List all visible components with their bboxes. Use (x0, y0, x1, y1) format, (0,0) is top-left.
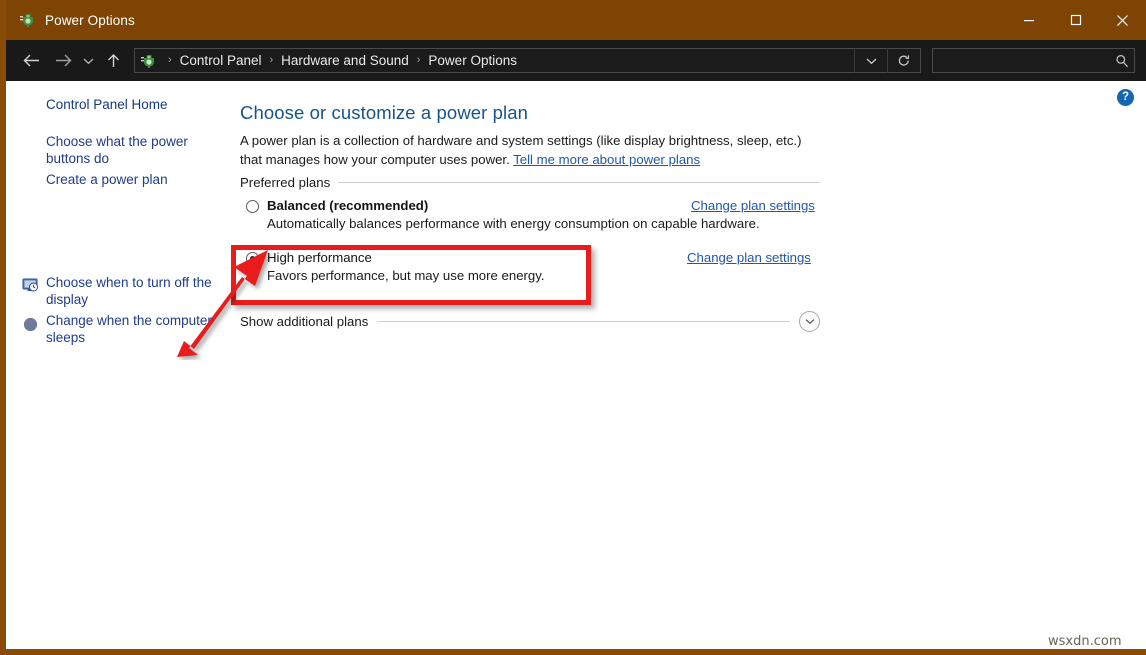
refresh-icon[interactable] (887, 48, 920, 73)
preferred-plans-label: Preferred plans (240, 175, 330, 190)
up-button[interactable] (98, 40, 128, 81)
sidebar-item-choose-what-power-buttons-do[interactable]: Choose what the power buttons do (46, 133, 216, 167)
power-plan-balanced[interactable]: Balanced (recommended) Automatically bal… (246, 198, 846, 231)
plan-description-high-performance: Favors performance, but may use more ene… (267, 268, 846, 283)
power-plug-icon (20, 12, 36, 28)
back-button[interactable] (14, 40, 48, 81)
radio-balanced[interactable] (246, 200, 259, 213)
power-plan-high-performance[interactable]: High performance Favors performance, but… (246, 250, 846, 283)
recent-locations-button[interactable] (78, 40, 98, 81)
tell-me-more-link[interactable]: Tell me more about power plans (513, 152, 700, 167)
show-additional-plans-row[interactable]: Show additional plans (240, 311, 820, 332)
section-divider (338, 182, 820, 183)
source-site-watermark: wsxdn.com (1048, 634, 1122, 649)
appuals-mascot-icon (930, 646, 982, 655)
breadcrumb-separator: › (269, 55, 273, 66)
forward-button[interactable] (48, 40, 78, 81)
sidebar-item-control-panel-home[interactable]: Control Panel Home (46, 96, 216, 113)
window-title: Power Options (45, 13, 135, 28)
main-panel: ? Choose or customize a power plan A pow… (232, 81, 1146, 649)
change-plan-settings-high-performance[interactable]: Change plan settings (687, 250, 811, 265)
search-box[interactable] (932, 48, 1135, 73)
sidebar-item-change-when-computer-sleeps[interactable]: Change when the computer sleeps (46, 312, 216, 346)
show-additional-plans-label: Show additional plans (240, 314, 368, 329)
search-icon[interactable] (1109, 54, 1134, 68)
search-input[interactable] (933, 52, 1109, 69)
sidebar-item-create-a-power-plan[interactable]: Create a power plan (46, 171, 216, 188)
window-controls (1005, 0, 1146, 40)
address-bar: › Control Panel › Hardware and Sound › P… (6, 40, 1146, 81)
breadcrumb-separator: › (168, 55, 172, 66)
watermark-brand-text: APPUALS (898, 650, 1142, 655)
plan-description-balanced: Automatically balances performance with … (267, 216, 846, 231)
intro-paragraph: A power plan is a collection of hardware… (240, 131, 822, 169)
power-plug-icon (141, 53, 157, 69)
sidebar-item-choose-when-to-turn-off-display[interactable]: Choose when to turn off the display (46, 274, 216, 308)
sidebar: Control Panel Home Choose what the power… (6, 81, 232, 649)
chevron-down-icon[interactable] (854, 48, 887, 73)
breadcrumb-item-control-panel[interactable]: Control Panel (178, 53, 264, 68)
radio-high-performance[interactable] (246, 252, 259, 265)
moon-sleep-icon (22, 316, 39, 333)
chevron-down-icon[interactable] (799, 311, 820, 332)
change-plan-settings-balanced[interactable]: Change plan settings (691, 198, 815, 213)
plan-name-high-performance: High performance (267, 250, 372, 265)
display-clock-icon (22, 277, 39, 294)
maximize-button[interactable] (1052, 0, 1099, 40)
preferred-plans-header: Preferred plans (240, 175, 820, 190)
breadcrumb[interactable]: › Control Panel › Hardware and Sound › P… (134, 48, 921, 73)
section-divider (377, 321, 790, 322)
title-bar: Power Options (6, 0, 1146, 40)
breadcrumb-item-power-options[interactable]: Power Options (426, 53, 519, 68)
plan-name-balanced: Balanced (recommended) (267, 198, 428, 213)
power-options-window: Power Options (0, 0, 1146, 655)
breadcrumb-item-hardware-and-sound[interactable]: Hardware and Sound (279, 53, 411, 68)
minimize-button[interactable] (1005, 0, 1052, 40)
breadcrumb-separator: › (417, 55, 421, 66)
content-area: Control Panel Home Choose what the power… (6, 81, 1146, 649)
page-title: Choose or customize a power plan (240, 102, 528, 124)
close-button[interactable] (1099, 0, 1146, 40)
help-icon[interactable]: ? (1117, 89, 1134, 106)
